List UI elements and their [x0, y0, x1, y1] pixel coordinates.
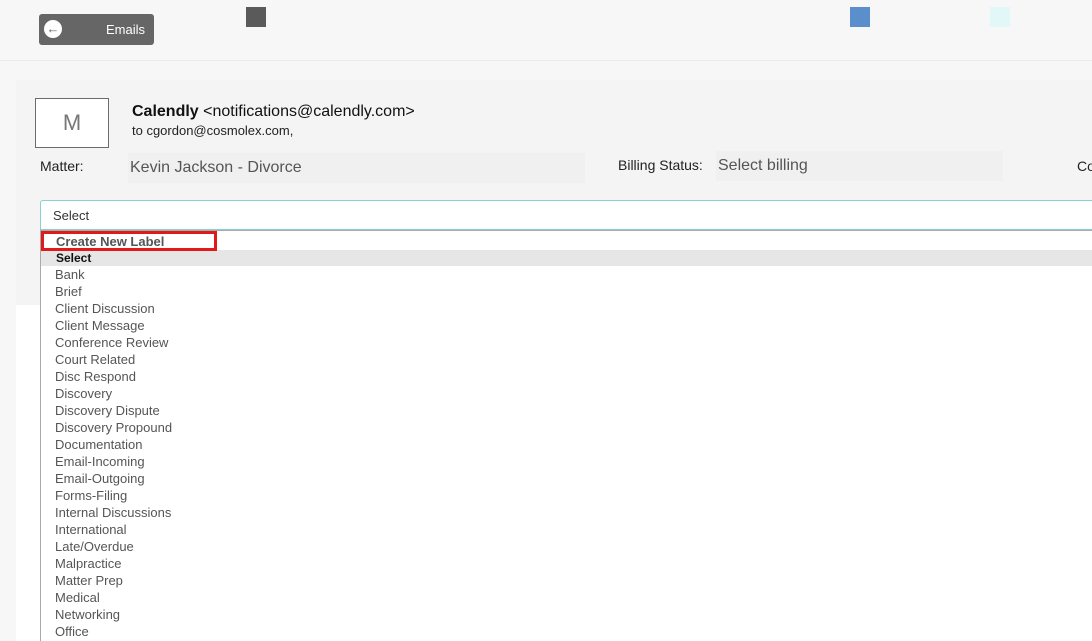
- dropdown-option[interactable]: Email-Incoming: [55, 454, 145, 470]
- blue-square-icon[interactable]: [850, 7, 870, 27]
- back-to-emails-button[interactable]: ← Emails: [39, 14, 154, 45]
- dropdown-option[interactable]: Medical: [55, 590, 100, 606]
- dropdown-option-selected[interactable]: Select: [41, 250, 1092, 266]
- dropdown-option[interactable]: Client Discussion: [55, 301, 155, 317]
- sender-email: <notifications@calendly.com>: [203, 103, 415, 120]
- dropdown-option[interactable]: International: [55, 522, 127, 538]
- dropdown-option[interactable]: Documentation: [55, 437, 142, 453]
- dropdown-option[interactable]: Conference Review: [55, 335, 168, 351]
- billing-status-label: Billing Status:: [618, 157, 703, 173]
- dropdown-option[interactable]: Forms-Filing: [55, 488, 127, 504]
- truncated-field-label: Co: [1077, 158, 1092, 174]
- sender-line: Calendly <notifications@calendly.com>: [132, 103, 415, 121]
- recipient-line: to cgordon@cosmolex.com,: [132, 123, 294, 138]
- sender-name: Calendly: [132, 103, 199, 120]
- dropdown-option[interactable]: Office: [55, 624, 89, 640]
- dropdown-option[interactable]: Email-Outgoing: [55, 471, 145, 487]
- dropdown-option[interactable]: Disc Respond: [55, 369, 136, 385]
- dropdown-option[interactable]: Discovery: [55, 386, 112, 402]
- dropdown-option[interactable]: Matter Prep: [55, 573, 123, 589]
- avatar: M: [35, 98, 109, 148]
- dropdown-option[interactable]: Discovery Propound: [55, 420, 172, 436]
- matter-field[interactable]: Kevin Jackson - Divorce: [128, 153, 585, 183]
- dropdown-option[interactable]: Networking: [55, 607, 120, 623]
- dark-square-icon[interactable]: [246, 7, 266, 27]
- dropdown-option[interactable]: Discovery Dispute: [55, 403, 160, 419]
- top-toolbar: ← Emails: [0, 0, 1092, 61]
- create-new-label-option[interactable]: Create New Label: [41, 231, 217, 251]
- label-select[interactable]: Select: [40, 200, 1092, 230]
- arrow-left-circle-icon: ←: [44, 20, 62, 38]
- dropdown-option[interactable]: Court Related: [55, 352, 135, 368]
- dropdown-option[interactable]: Malpractice: [55, 556, 121, 572]
- back-button-label: Emails: [106, 22, 146, 37]
- billing-status-field[interactable]: Select billing: [716, 151, 1003, 181]
- dropdown-option[interactable]: Internal Discussions: [55, 505, 171, 521]
- dropdown-option[interactable]: Brief: [55, 284, 82, 300]
- label-dropdown-list: Create New Label Select Bank Brief Client …: [40, 230, 1092, 641]
- dropdown-option[interactable]: Bank: [55, 267, 85, 283]
- dropdown-option[interactable]: Late/Overdue: [55, 539, 134, 555]
- matter-label: Matter:: [40, 158, 84, 174]
- light-cyan-square-icon[interactable]: [990, 7, 1010, 27]
- dropdown-option[interactable]: Client Message: [55, 318, 145, 334]
